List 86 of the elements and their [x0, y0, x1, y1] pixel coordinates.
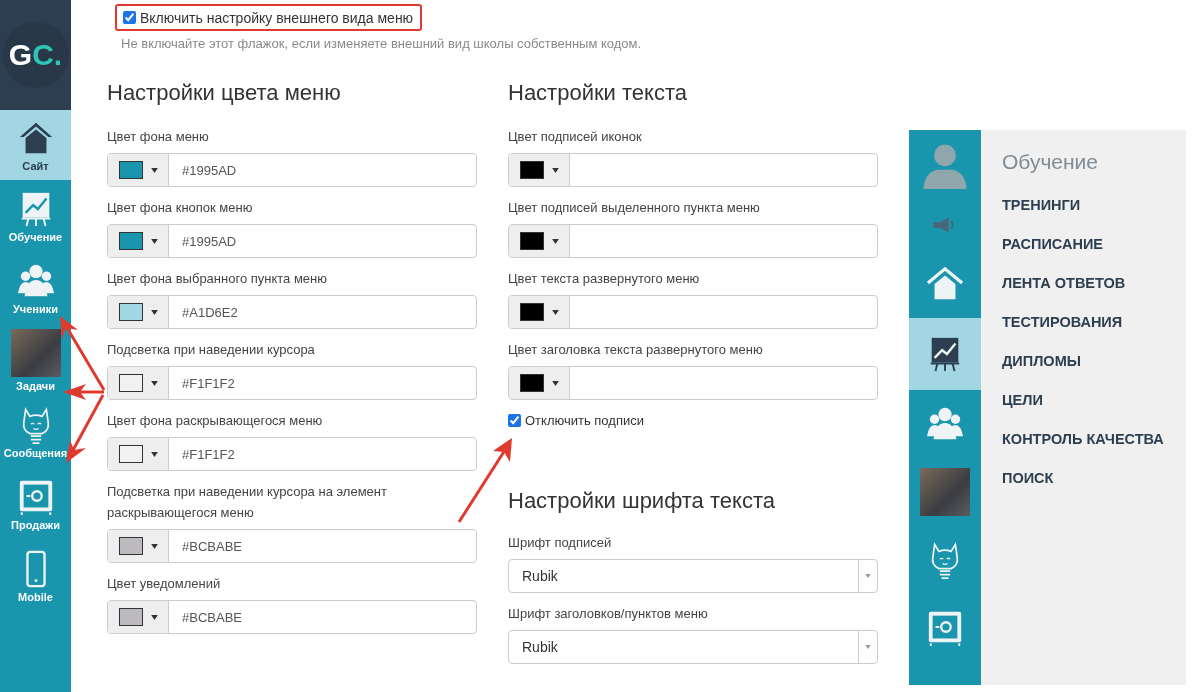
- sidebar-item[interactable]: Сайт: [0, 110, 71, 180]
- field-label: Подсветка при наведении курсора на элемент раскрывающегося меню: [107, 483, 388, 522]
- field-label: Шрифт заголовков/пунктов меню: [508, 605, 709, 623]
- field-label: Цвет подписей иконок: [508, 128, 643, 146]
- color-picker-button[interactable]: [509, 296, 570, 328]
- field-label: Подсветка при наведении курсора: [107, 341, 316, 359]
- photo-placeholder: [10, 328, 61, 377]
- field-label: Цвет фона меню: [107, 128, 210, 146]
- checkbox[interactable]: [508, 413, 521, 427]
- section-heading: Настройки цвета меню: [107, 79, 342, 107]
- field-label: Цвет подписей выделенного пункта меню: [508, 199, 761, 217]
- section-heading: Настройки шрифта текста: [508, 487, 776, 515]
- enable-menu-checkbox[interactable]: Включить настройку внешнего вида меню: [121, 5, 414, 30]
- color-field[interactable]: #1995AD: [107, 224, 477, 258]
- color-value: #A1D6E2: [182, 304, 238, 320]
- submenu-link[interactable]: ЦЕЛИ: [1002, 391, 1043, 409]
- submenu-link[interactable]: ДИПЛОМЫ: [1002, 352, 1081, 370]
- color-picker-button[interactable]: [108, 530, 169, 562]
- color-field[interactable]: [508, 366, 878, 400]
- field-label: Цвет уведомлений: [107, 575, 222, 593]
- logo[interactable]: GC.: [2, 22, 69, 88]
- hint-text: Не включайте этот флажок, если изменяете внешний вид школы собственным кодом.: [121, 36, 643, 51]
- submenu-link[interactable]: ТЕСТИРОВАНИЯ: [1002, 313, 1123, 331]
- color-picker-button[interactable]: [509, 154, 570, 186]
- sidebar-item[interactable]: Обучение: [0, 180, 71, 252]
- preview-menu-item[interactable]: [909, 318, 981, 390]
- submenu-link[interactable]: ЛЕНТА ОТВЕТОВ: [1002, 274, 1126, 292]
- submenu-link[interactable]: ТРЕНИНГИ: [1002, 196, 1081, 214]
- color-picker-button[interactable]: [509, 367, 570, 399]
- caret-icon: [865, 574, 871, 578]
- caret-icon: [150, 167, 158, 173]
- caret-icon: [150, 309, 158, 315]
- field-label: Цвет фона раскрывающегося меню: [107, 412, 324, 430]
- safe-icon: [926, 609, 964, 647]
- checkbox[interactable]: [123, 11, 136, 24]
- field-label: Шрифт подписей: [508, 534, 613, 552]
- sidebar-item[interactable]: Задачи: [0, 324, 71, 396]
- field-label: Цвет заголовка текста развернутого меню: [508, 341, 764, 359]
- sidebar-item[interactable]: Сообщения: [0, 396, 71, 468]
- submenu-link[interactable]: КОНТРОЛЬ КАЧЕСТВА: [1002, 430, 1164, 448]
- color-value: #BCBABE: [182, 538, 242, 554]
- color-picker-button[interactable]: [108, 438, 169, 470]
- caret-icon: [150, 614, 158, 620]
- sidebar-item[interactable]: Продажи: [0, 468, 71, 540]
- color-value: #1995AD: [182, 233, 237, 249]
- caret-icon: [150, 238, 158, 244]
- color-value: #1995AD: [182, 162, 237, 178]
- caret-icon: [551, 167, 559, 173]
- color-field[interactable]: #F1F1F2: [107, 437, 477, 471]
- font-select[interactable]: Rubik: [508, 630, 878, 664]
- color-picker-button[interactable]: [108, 367, 169, 399]
- caret-icon: [865, 645, 871, 649]
- color-field[interactable]: [508, 295, 878, 329]
- color-picker-button[interactable]: [108, 296, 169, 328]
- submenu-title: Обучение: [1002, 150, 1100, 174]
- color-field[interactable]: #BCBABE: [107, 600, 477, 634]
- photo-placeholder: [920, 468, 970, 516]
- color-value: #F1F1F2: [182, 446, 235, 462]
- color-field[interactable]: #F1F1F2: [107, 366, 477, 400]
- color-picker-button[interactable]: [509, 225, 570, 257]
- color-value: #F1F1F2: [182, 375, 235, 391]
- submenu-link[interactable]: ПОИСК: [1002, 469, 1054, 487]
- caret-icon: [551, 309, 559, 315]
- color-field[interactable]: #A1D6E2: [107, 295, 477, 329]
- color-field[interactable]: [508, 224, 878, 258]
- sidebar-item[interactable]: Mobile: [0, 540, 71, 612]
- disable-labels-checkbox[interactable]: Отключить подписи: [508, 410, 644, 430]
- sidebar-item[interactable]: Ученики: [0, 252, 71, 324]
- color-value: #BCBABE: [182, 609, 242, 625]
- field-label: Цвет текста развернутого меню: [508, 270, 701, 288]
- field-label: Цвет фона выбранного пункта меню: [107, 270, 329, 288]
- caret-icon: [150, 451, 158, 457]
- color-field[interactable]: #1995AD: [107, 153, 477, 187]
- caret-icon: [150, 543, 158, 549]
- color-field[interactable]: #BCBABE: [107, 529, 477, 563]
- submenu-link[interactable]: РАСПИСАНИЕ: [1002, 235, 1103, 253]
- color-field[interactable]: [508, 153, 878, 187]
- color-picker-button[interactable]: [108, 154, 169, 186]
- caret-icon: [551, 380, 559, 386]
- caret-icon: [150, 380, 158, 386]
- font-select[interactable]: Rubik: [508, 559, 878, 593]
- caret-icon: [551, 238, 559, 244]
- field-label: Цвет фона кнопок меню: [107, 199, 254, 217]
- color-picker-button[interactable]: [108, 225, 169, 257]
- color-picker-button[interactable]: [108, 601, 169, 633]
- section-heading: Настройки текста: [508, 79, 688, 107]
